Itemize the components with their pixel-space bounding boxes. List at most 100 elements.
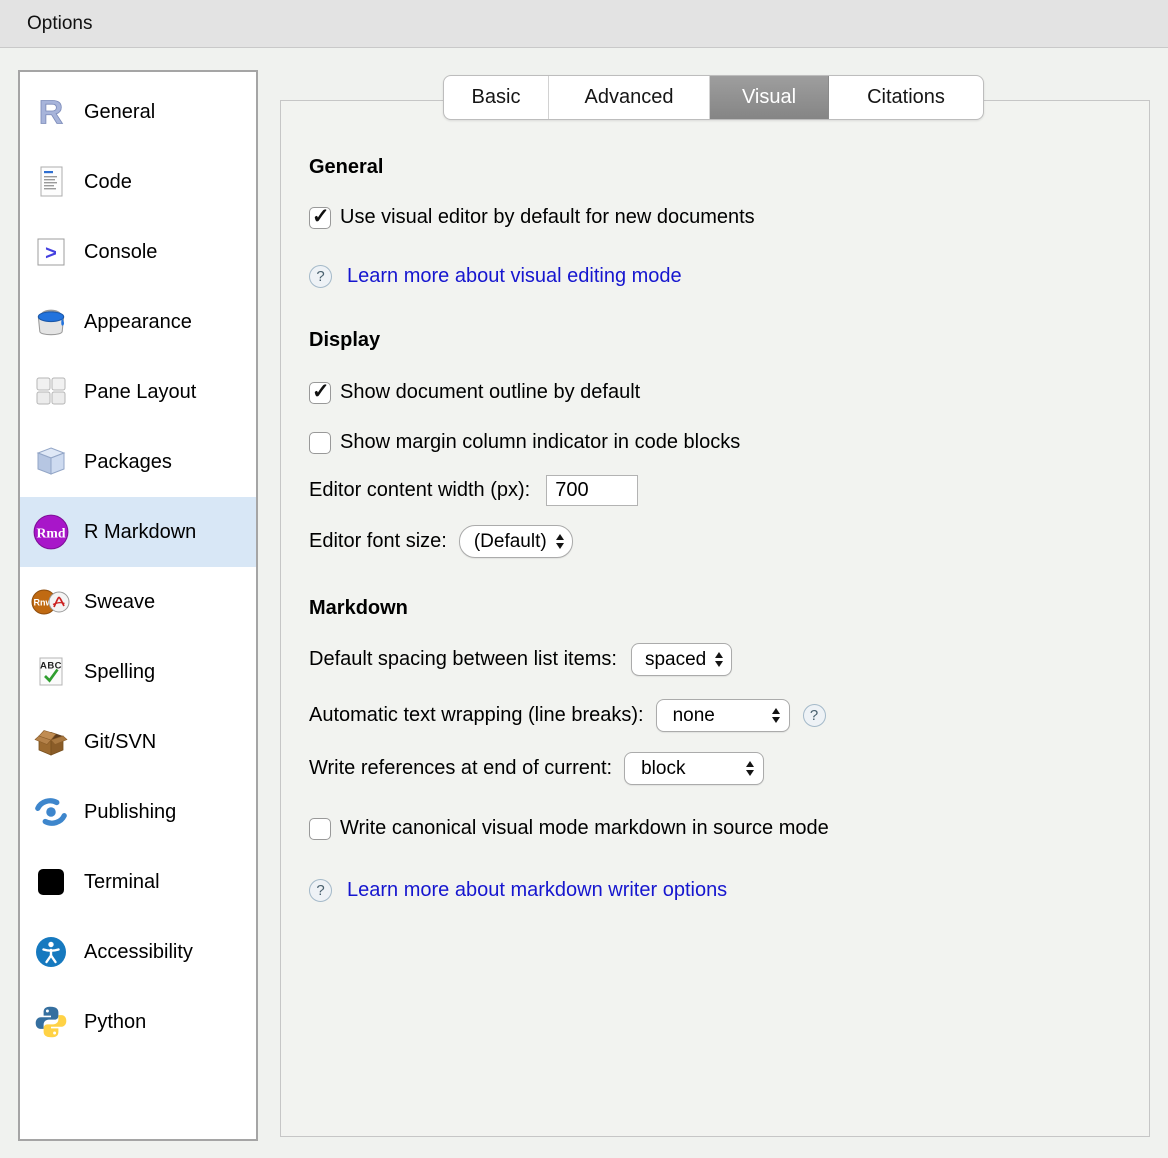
- spellcheck-abc-icon: ABC: [30, 652, 72, 692]
- sidebar-item-packages[interactable]: Packages: [20, 427, 256, 497]
- select-arrows-icon: [715, 652, 723, 667]
- list-spacing-label: Default spacing between list items:: [309, 648, 617, 671]
- tab-visual[interactable]: Visual: [710, 76, 829, 119]
- select-arrows-icon: [556, 534, 564, 549]
- tab-label: Basic: [472, 86, 521, 109]
- svg-text:R: R: [39, 94, 63, 131]
- options-category-sidebar: R General Code > Console: [18, 70, 258, 1141]
- options-content-panel: General Use visual editor by default for…: [280, 100, 1150, 1137]
- learn-more-markdown-writer-link[interactable]: Learn more about markdown writer options: [347, 879, 727, 902]
- list-spacing-value: spaced: [645, 649, 706, 671]
- accessibility-icon: [30, 932, 72, 972]
- sidebar-item-label: Appearance: [84, 311, 192, 334]
- references-row: Write references at end of current: bloc…: [309, 752, 764, 785]
- canonical-markdown-row: Write canonical visual mode markdown in …: [309, 817, 829, 840]
- use-visual-editor-row: Use visual editor by default for new doc…: [309, 206, 755, 229]
- svg-text:Rmd: Rmd: [37, 525, 66, 540]
- references-value: block: [641, 758, 685, 780]
- select-arrows-icon: [772, 708, 780, 723]
- window-title: Options: [27, 13, 92, 35]
- package-cube-icon: [30, 442, 72, 482]
- publishing-connect-icon: [30, 792, 72, 832]
- editor-font-size-value: (Default): [474, 531, 547, 553]
- show-margin-label: Show margin column indicator in code blo…: [340, 431, 740, 454]
- visual-editing-help-row: ? Learn more about visual editing mode: [309, 265, 682, 288]
- list-spacing-select[interactable]: spaced: [631, 643, 732, 676]
- panel-tab-bar: Basic Advanced Visual Citations: [443, 75, 984, 120]
- editor-font-size-label: Editor font size:: [309, 530, 447, 553]
- show-outline-checkbox[interactable]: [309, 382, 331, 404]
- editor-content-width-row: Editor content width (px):: [309, 475, 638, 506]
- svg-text:ABC: ABC: [40, 661, 62, 672]
- code-document-icon: [30, 162, 72, 202]
- window-title-bar: Options: [0, 0, 1168, 48]
- tab-label: Citations: [867, 86, 945, 109]
- sidebar-item-git-svn[interactable]: Git/SVN: [20, 707, 256, 777]
- references-select[interactable]: block: [624, 752, 764, 785]
- use-visual-editor-label: Use visual editor by default for new doc…: [340, 206, 755, 229]
- sidebar-item-label: Console: [84, 241, 157, 264]
- tab-citations[interactable]: Citations: [829, 76, 983, 119]
- git-svn-box-icon: [30, 722, 72, 762]
- sidebar-item-accessibility[interactable]: Accessibility: [20, 917, 256, 987]
- help-icon[interactable]: ?: [803, 704, 826, 727]
- svg-text:>: >: [45, 243, 57, 265]
- editor-content-width-label: Editor content width (px):: [309, 479, 530, 502]
- r-logo-icon: R: [30, 92, 72, 132]
- help-icon[interactable]: ?: [309, 879, 332, 902]
- general-section-heading: General: [309, 156, 383, 179]
- sidebar-item-label: Accessibility: [84, 941, 193, 964]
- python-logo-icon: [30, 1002, 72, 1042]
- show-outline-row: Show document outline by default: [309, 381, 640, 404]
- select-arrows-icon: [746, 761, 754, 776]
- editor-font-size-row: Editor font size: (Default): [309, 525, 573, 558]
- sidebar-item-spelling[interactable]: ABC Spelling: [20, 637, 256, 707]
- sidebar-item-code[interactable]: Code: [20, 147, 256, 217]
- sidebar-item-general[interactable]: R General: [20, 77, 256, 147]
- sidebar-item-sweave[interactable]: Rnw Sweave: [20, 567, 256, 637]
- help-icon[interactable]: ?: [309, 265, 332, 288]
- sidebar-item-label: Sweave: [84, 591, 155, 614]
- show-margin-checkbox[interactable]: [309, 432, 331, 454]
- sidebar-item-terminal[interactable]: Terminal: [20, 847, 256, 917]
- sidebar-item-label: Python: [84, 1011, 146, 1034]
- references-label: Write references at end of current:: [309, 757, 612, 780]
- sidebar-item-label: R Markdown: [84, 521, 196, 544]
- rmarkdown-badge-icon: Rmd: [30, 512, 72, 552]
- sidebar-item-r-markdown[interactable]: Rmd R Markdown: [20, 497, 256, 567]
- editor-font-size-select[interactable]: (Default): [459, 525, 573, 558]
- use-visual-editor-checkbox[interactable]: [309, 207, 331, 229]
- text-wrapping-row: Automatic text wrapping (line breaks): n…: [309, 699, 826, 732]
- text-wrapping-value: none: [673, 705, 715, 727]
- paint-bucket-icon: [30, 302, 72, 342]
- editor-content-width-input[interactable]: [546, 475, 638, 506]
- canonical-markdown-checkbox[interactable]: [309, 818, 331, 840]
- markdown-writer-help-row: ? Learn more about markdown writer optio…: [309, 879, 727, 902]
- learn-more-visual-editing-link[interactable]: Learn more about visual editing mode: [347, 265, 682, 288]
- show-outline-label: Show document outline by default: [340, 381, 640, 404]
- text-wrapping-select[interactable]: none: [656, 699, 790, 732]
- sweave-rnw-pdf-icon: Rnw: [30, 582, 72, 622]
- tab-label: Visual: [742, 86, 796, 109]
- tab-label: Advanced: [585, 86, 674, 109]
- text-wrapping-label: Automatic text wrapping (line breaks):: [309, 704, 644, 727]
- sidebar-item-label: Spelling: [84, 661, 155, 684]
- sidebar-item-label: General: [84, 101, 155, 124]
- canonical-markdown-label: Write canonical visual mode markdown in …: [340, 817, 829, 840]
- markdown-section-heading: Markdown: [309, 597, 408, 620]
- terminal-icon: [30, 862, 72, 902]
- tab-basic[interactable]: Basic: [444, 76, 549, 119]
- sidebar-item-label: Code: [84, 171, 132, 194]
- sidebar-item-console[interactable]: > Console: [20, 217, 256, 287]
- sidebar-item-label: Terminal: [84, 871, 160, 894]
- sidebar-item-label: Pane Layout: [84, 381, 196, 404]
- display-section-heading: Display: [309, 329, 380, 352]
- sidebar-item-label: Publishing: [84, 801, 176, 824]
- show-margin-row: Show margin column indicator in code blo…: [309, 431, 740, 454]
- sidebar-item-python[interactable]: Python: [20, 987, 256, 1057]
- sidebar-item-publishing[interactable]: Publishing: [20, 777, 256, 847]
- sidebar-item-appearance[interactable]: Appearance: [20, 287, 256, 357]
- sidebar-item-pane-layout[interactable]: Pane Layout: [20, 357, 256, 427]
- console-prompt-icon: >: [30, 232, 72, 272]
- tab-advanced[interactable]: Advanced: [549, 76, 710, 119]
